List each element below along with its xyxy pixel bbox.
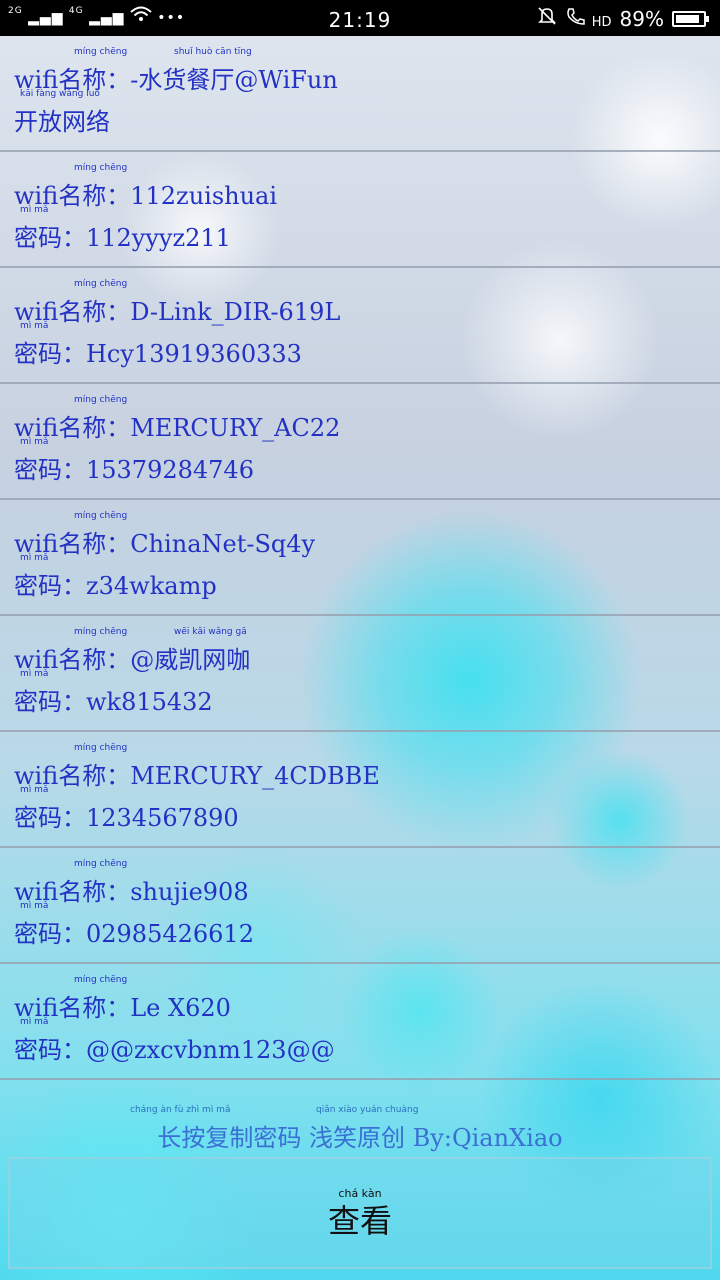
password-pinyin: mì mǎ bbox=[20, 901, 49, 911]
wifi-list-item[interactable]: míng chēng wifi名称：shujie908 mì mǎ 密码：029854… bbox=[0, 848, 720, 964]
ssid-value: D-Link_DIR-619L bbox=[130, 298, 341, 326]
wifi-list-item[interactable]: míng chēng wifi名称：MERCURY_AC22 mì mǎ 密码：153… bbox=[0, 384, 720, 500]
wifi-password-line: mì mǎ 密码：z34wkamp bbox=[14, 553, 217, 601]
battery-percent: 89% bbox=[619, 6, 664, 31]
password-value: 密码：15379284746 bbox=[14, 456, 254, 484]
wifi-password-line: mì mǎ 密码：Hcy13919360333 bbox=[14, 321, 302, 369]
wifi-password-line: mì mǎ 密码：@@zxcvbnm123@@ bbox=[14, 1017, 335, 1065]
wifi-list-item[interactable]: míng chēng wifi名称：MERCURY_4CDBBE mì mǎ 密码：1… bbox=[0, 732, 720, 848]
footer-pinyin-2: qiǎn xiào yuán chuàng bbox=[316, 1105, 419, 1115]
password-pinyin: mì mǎ bbox=[20, 553, 49, 563]
password-value: 密码：wk815432 bbox=[14, 688, 213, 716]
wifi-password-line: mì mǎ 密码：15379284746 bbox=[14, 437, 254, 485]
password-pinyin: mì mǎ bbox=[20, 437, 49, 447]
wifi-password-line: mì mǎ 密码：02985426612 bbox=[14, 901, 254, 949]
ssid-pinyin: míng chēng bbox=[74, 511, 128, 521]
password-pinyin: mì mǎ bbox=[20, 205, 49, 215]
ssid-value: MERCURY_AC22 bbox=[130, 414, 341, 442]
wifi-list-item[interactable]: míng chēng wifi名称：112zuishuai mì mǎ 密码：112y… bbox=[0, 152, 720, 268]
password-pinyin: mì mǎ bbox=[20, 669, 49, 679]
wifi-ssid-line: míng chēng wifi名称：ChinaNet-Sq4y bbox=[14, 511, 316, 559]
password-pinyin: mì mǎ bbox=[20, 321, 49, 331]
ssid-pinyin: míng chēng bbox=[74, 627, 128, 637]
ssid-pinyin: míng chēng bbox=[74, 395, 128, 405]
password-pinyin: kāi fàng wǎng luò bbox=[20, 89, 100, 99]
wifi-password-line: mì mǎ 密码：112yyyz211 bbox=[14, 205, 231, 253]
wifi-ssid-line: míng chēng wifi名称：shujie908 bbox=[14, 859, 249, 907]
password-value: 密码：Hcy13919360333 bbox=[14, 340, 302, 368]
wifi-password-line: mì mǎ 密码：wk815432 bbox=[14, 669, 213, 717]
ssid-value: ChinaNet-Sq4y bbox=[130, 530, 316, 558]
wifi-ssid-line: míng chēng wifi名称：MERCURY_4CDBBE bbox=[14, 743, 380, 791]
status-bar: 2G ▂▄▆ 4G ▂▄▆ ••• 21:19 HD 89% bbox=[0, 0, 720, 36]
password-value: 密码：02985426612 bbox=[14, 920, 254, 948]
wifi-password-line: kāi fàng wǎng luò 开放网络 bbox=[14, 89, 110, 137]
ssid-extra-pinyin: wēi kǎi wǎng gā bbox=[174, 627, 247, 637]
battery-fill bbox=[676, 14, 700, 23]
password-pinyin: mì mǎ bbox=[20, 1017, 49, 1027]
ssid-pinyin: míng chēng bbox=[74, 47, 128, 57]
ssid-pinyin: míng chēng bbox=[74, 975, 128, 985]
status-right: HD 89% bbox=[537, 6, 709, 31]
ssid-pinyin: míng chēng bbox=[74, 859, 128, 869]
view-button-label: 查看 bbox=[327, 1202, 392, 1240]
wifi-list-item[interactable]: míng chēng wifi名称：Le X620 mì mǎ 密码：@@zxcvbn… bbox=[0, 964, 720, 1080]
password-value: 密码：@@zxcvbnm123@@ bbox=[14, 1036, 335, 1064]
password-value: 密码：z34wkamp bbox=[14, 572, 217, 600]
wifi-password-line: mì mǎ 密码：1234567890 bbox=[14, 785, 239, 833]
password-value: 密码：1234567890 bbox=[14, 804, 239, 832]
password-pinyin: mì mǎ bbox=[20, 785, 49, 795]
wifi-list-item[interactable]: míng chēng wēi kǎi wǎng gā wifi名称：@威凯网咖 mì … bbox=[0, 616, 720, 732]
ssid-value: -水货餐厅@WiFun bbox=[130, 66, 338, 94]
wifi-ssid-line: míng chēng wēi kǎi wǎng gā wifi名称：@威凯网咖 bbox=[14, 627, 251, 675]
ssid-pinyin: míng chēng bbox=[74, 163, 128, 173]
wifi-list-item[interactable]: míng chēng shuǐ huò cān tīng wifi名称：-水货餐厅@… bbox=[0, 36, 720, 152]
mute-bell-icon bbox=[537, 6, 557, 31]
ssid-value: MERCURY_4CDBBE bbox=[130, 762, 380, 790]
ssid-extra-pinyin: shuǐ huò cān tīng bbox=[174, 47, 252, 57]
footer-note: cháng àn fù zhì mì mǎ qiǎn xiào yuán chu… bbox=[0, 1105, 720, 1153]
ssid-pinyin: míng chēng bbox=[74, 743, 128, 753]
password-value: 密码：112yyyz211 bbox=[14, 224, 231, 252]
ssid-value: 112zuishuai bbox=[130, 182, 278, 210]
footer-pinyin-1: cháng àn fù zhì mì mǎ bbox=[130, 1105, 231, 1115]
hd-call-icon: HD bbox=[565, 6, 612, 31]
view-button[interactable]: chá kàn 查看 bbox=[8, 1157, 712, 1269]
ssid-value: Le X620 bbox=[130, 994, 231, 1022]
wifi-list: míng chēng shuǐ huò cān tīng wifi名称：-水货餐厅@… bbox=[0, 36, 720, 1080]
ssid-value: shujie908 bbox=[130, 878, 249, 906]
hd-label: HD bbox=[591, 15, 612, 30]
wifi-ssid-line: míng chēng wifi名称：D-Link_DIR-619L bbox=[14, 279, 341, 327]
ssid-value: @威凯网咖 bbox=[130, 646, 251, 674]
wifi-ssid-line: míng chēng wifi名称：MERCURY_AC22 bbox=[14, 395, 341, 443]
wifi-list-item[interactable]: míng chēng wifi名称：ChinaNet-Sq4y mì mǎ 密码：z3… bbox=[0, 500, 720, 616]
footer-note-text: 长按复制密码 浅笑原创 By:QianXiao bbox=[157, 1124, 563, 1152]
password-value: 开放网络 bbox=[14, 108, 110, 136]
ssid-pinyin: míng chēng bbox=[74, 279, 128, 289]
wifi-ssid-line: míng chēng wifi名称：112zuishuai bbox=[14, 163, 278, 211]
wifi-list-item[interactable]: míng chēng wifi名称：D-Link_DIR-619L mì mǎ 密码：… bbox=[0, 268, 720, 384]
battery-icon bbox=[672, 10, 709, 27]
